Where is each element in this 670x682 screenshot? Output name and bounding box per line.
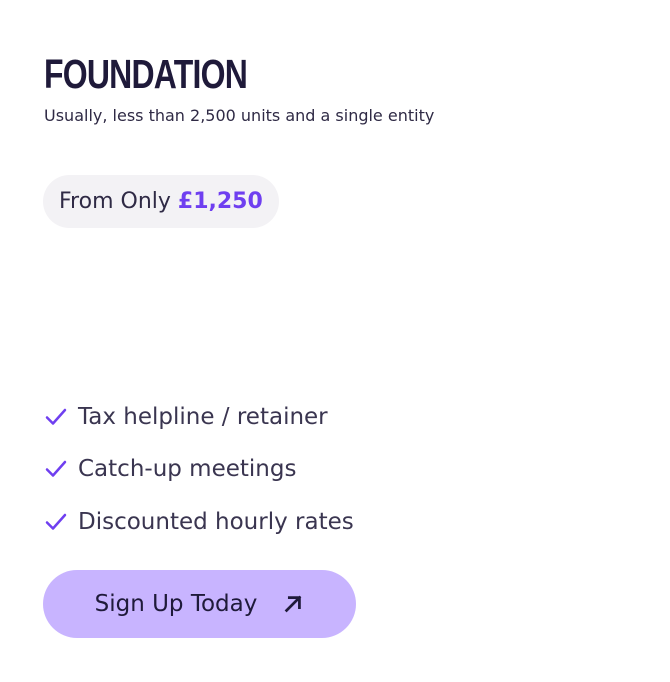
pricing-card: FOUNDATION Usually, less than 2,500 unit… (0, 0, 670, 682)
feature-list: Tax helpline / retainer Catch-up meeting… (44, 397, 354, 555)
arrow-up-right-icon (285, 595, 302, 613)
plan-subtitle: Usually, less than 2,500 units and a sin… (44, 106, 435, 125)
feature-label: Tax helpline / retainer (78, 403, 328, 430)
feature-label: Discounted hourly rates (78, 508, 354, 535)
price-badge: From Only £1,250 (43, 175, 279, 228)
feature-item: Tax helpline / retainer (44, 397, 354, 436)
feature-item: Catch-up meetings (44, 450, 354, 489)
feature-item: Discounted hourly rates (44, 502, 354, 541)
sign-up-button[interactable]: Sign Up Today (43, 570, 356, 638)
check-icon (45, 460, 67, 477)
feature-label: Catch-up meetings (78, 456, 297, 482)
plan-title: FOUNDATION (44, 51, 248, 97)
price-prefix: From Only (59, 189, 171, 214)
price-amount: £1,250 (177, 189, 263, 214)
check-icon (45, 513, 67, 530)
sign-up-label: Sign Up Today (94, 591, 258, 617)
check-icon (45, 408, 67, 425)
